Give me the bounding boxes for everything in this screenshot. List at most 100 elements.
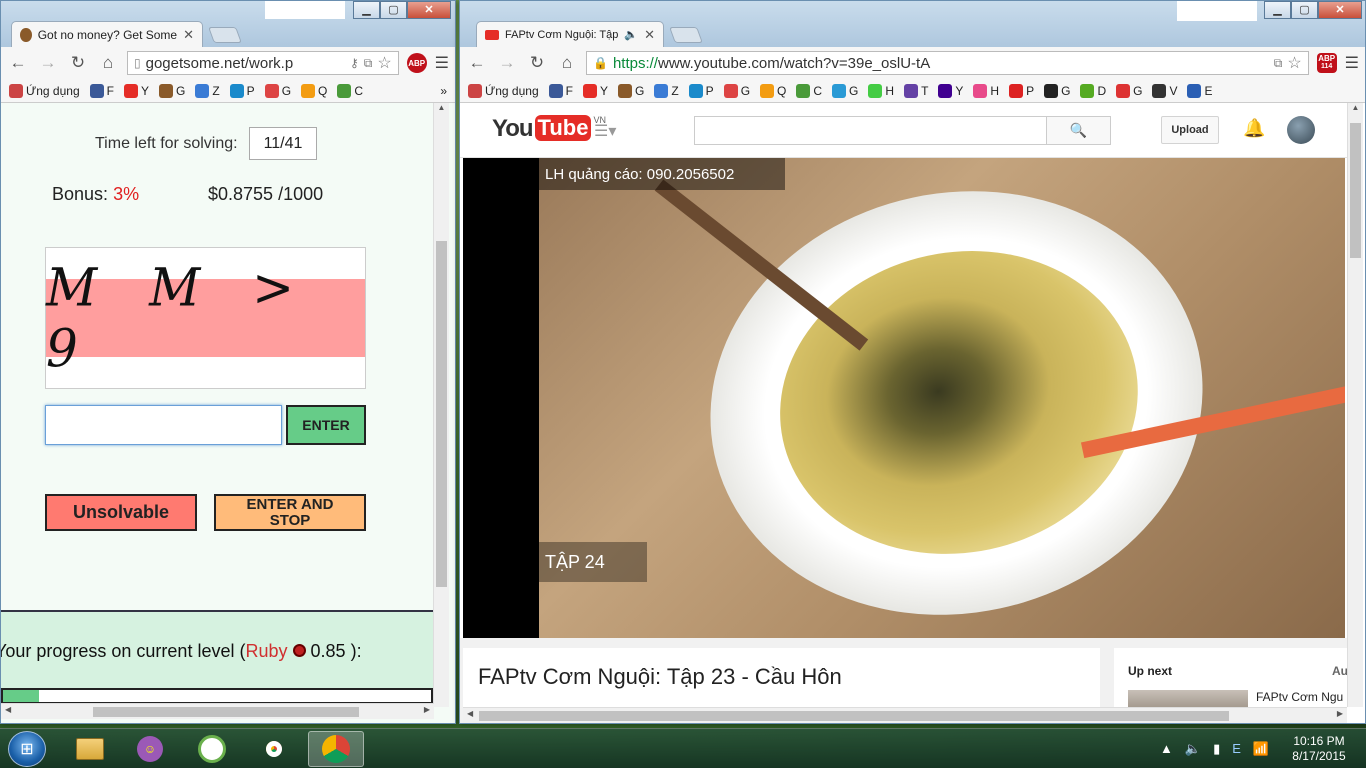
clock[interactable]: 10:16 PM 8/17/2015 [1284, 734, 1354, 764]
close-button[interactable]: ✕ [1318, 1, 1362, 19]
scroll-right-arrow-icon[interactable]: ▶ [1337, 709, 1343, 718]
file-explorer-icon[interactable] [62, 731, 118, 767]
bookmark-item[interactable]: G [264, 83, 291, 98]
power-icon[interactable]: ▮ [1213, 741, 1220, 757]
enter-button[interactable]: ENTER [286, 405, 366, 445]
tab-close-icon[interactable]: ✕ [183, 27, 194, 43]
translate-icon[interactable]: ⧉ [364, 56, 373, 71]
menu-icon[interactable]: ☰ [1345, 53, 1359, 73]
forward-arrow-icon[interactable]: → [496, 53, 518, 73]
show-hidden-icons-icon[interactable]: ▲ [1160, 741, 1173, 757]
key-icon[interactable]: ⚷ [350, 56, 359, 70]
bookmark-item[interactable]: H [868, 83, 894, 98]
scrollbar-thumb[interactable] [1350, 123, 1361, 258]
star-icon[interactable]: ☆ [1287, 53, 1301, 73]
adblock-icon[interactable]: ABP [406, 53, 427, 73]
new-tab-button[interactable] [669, 27, 703, 43]
bookmark-item[interactable]: Y [582, 83, 608, 98]
address-bar[interactable]: ▯ gogetsome.net/work.p ⚷ ⧉ ☆ [127, 51, 399, 75]
bookmark-item[interactable]: Q [301, 83, 327, 98]
bookmark-item[interactable]: P [229, 83, 255, 98]
bookmark-item[interactable]: G [617, 83, 644, 98]
scroll-up-arrow-icon[interactable]: ▲ [434, 103, 449, 112]
bookmark-item[interactable]: Ứng dụng [9, 83, 80, 98]
left-vertical-scrollbar[interactable]: ▲ [433, 103, 449, 707]
bookmark-item[interactable]: F [89, 83, 114, 98]
reload-icon[interactable]: ↻ [526, 53, 548, 73]
bookmark-item[interactable]: G [158, 83, 185, 98]
chrome-icon[interactable] [246, 731, 302, 767]
translate-icon[interactable]: ⧉ [1274, 56, 1283, 71]
bookmark-item[interactable]: Z [654, 83, 679, 98]
chrome-active-icon[interactable] [308, 731, 364, 767]
bookmark-item[interactable]: G [1116, 83, 1142, 98]
network-signal-icon[interactable]: 📶 [1253, 741, 1269, 757]
bookmark-item[interactable]: C [796, 83, 822, 98]
scroll-left-arrow-icon[interactable]: ◀ [5, 705, 11, 714]
bookmark-item[interactable]: G [832, 83, 858, 98]
back-arrow-icon[interactable]: ← [7, 53, 29, 73]
unsolvable-button[interactable]: Unsolvable [45, 494, 197, 531]
yahoo-messenger-icon[interactable]: ☺ [122, 731, 178, 767]
new-tab-button[interactable] [208, 27, 242, 43]
back-arrow-icon[interactable]: ← [466, 53, 488, 73]
minimize-button[interactable]: ▁ [353, 1, 380, 19]
bookmark-item[interactable]: G [723, 83, 750, 98]
up-next-title[interactable]: FAPtv Cơm Ngu [1256, 690, 1343, 704]
bookmark-item[interactable]: Q [760, 83, 786, 98]
captcha-answer-input[interactable] [45, 405, 282, 445]
bookmarks-overflow-chevron-icon[interactable]: » [440, 84, 447, 98]
bookmark-item[interactable]: P [1009, 83, 1034, 98]
bookmark-item[interactable]: C [337, 83, 363, 98]
tab-gogetsome[interactable]: Got no money? Get Some ✕ [11, 21, 203, 47]
bookmark-item[interactable]: V [1152, 83, 1177, 98]
bookmark-item[interactable]: H [973, 83, 999, 98]
volume-icon[interactable]: 🔈 [1185, 741, 1201, 757]
right-vertical-scrollbar[interactable]: ▲ [1347, 103, 1363, 707]
maximize-button[interactable]: ▢ [380, 1, 407, 19]
autoplay-label[interactable]: Au [1332, 664, 1348, 678]
bookmark-item[interactable]: D [1080, 83, 1106, 98]
bookmark-item[interactable]: G [1044, 83, 1070, 98]
tab-youtube[interactable]: FAPtv Cơm Nguội: Tập 🔈 ✕ [476, 21, 664, 47]
upload-button[interactable]: Upload [1161, 116, 1219, 144]
search-icon[interactable]: 🔍 [1046, 116, 1111, 145]
guide-menu-icon[interactable]: ☰▾ [594, 121, 616, 141]
scroll-up-arrow-icon[interactable]: ▲ [1348, 103, 1363, 112]
bookmark-item[interactable]: Y [938, 83, 963, 98]
h-scrollbar-thumb[interactable] [479, 711, 1229, 721]
maximize-button[interactable]: ▢ [1291, 1, 1318, 19]
bookmark-item[interactable]: F [548, 83, 573, 98]
scrollbar-thumb[interactable] [436, 241, 447, 587]
address-bar[interactable]: 🔒 https://www.youtube.com/watch?v=39e_os… [586, 51, 1309, 75]
scroll-left-arrow-icon[interactable]: ◀ [467, 709, 473, 718]
enter-and-stop-button[interactable]: ENTER AND STOP [214, 494, 366, 531]
reload-icon[interactable]: ↻ [67, 53, 89, 73]
minimize-button[interactable]: ▁ [1264, 1, 1291, 19]
youtube-logo[interactable]: You Tube VN [492, 115, 606, 143]
unikey-icon[interactable]: E [1232, 741, 1241, 757]
account-avatar[interactable] [1287, 116, 1315, 144]
home-icon[interactable]: ⌂ [556, 53, 578, 73]
bookmark-item[interactable]: E [1187, 83, 1213, 98]
close-button[interactable]: ✕ [407, 1, 451, 19]
forward-arrow-icon[interactable]: → [37, 53, 59, 73]
bookmark-item[interactable]: Z [195, 83, 220, 98]
start-button[interactable]: ⊞ [8, 731, 46, 767]
bookmark-item[interactable]: Ứng dụng [468, 83, 539, 98]
notifications-bell-icon[interactable]: 🔔 [1243, 118, 1265, 139]
bookmark-item[interactable]: P [688, 83, 714, 98]
menu-icon[interactable]: ☰ [435, 53, 449, 73]
bookmark-item[interactable]: T [904, 83, 928, 98]
youtube-search-input[interactable] [694, 116, 1047, 145]
star-icon[interactable]: ☆ [377, 53, 391, 73]
coc-coc-icon[interactable] [184, 731, 240, 767]
home-icon[interactable]: ⌂ [97, 53, 119, 73]
scroll-right-arrow-icon[interactable]: ▶ [424, 705, 430, 714]
left-horizontal-scrollbar[interactable]: ◀ ▶ [1, 703, 434, 719]
h-scrollbar-thumb[interactable] [93, 707, 359, 717]
adblock-icon[interactable]: ABP 114 [1316, 53, 1337, 73]
bookmark-item[interactable]: Y [123, 83, 149, 98]
video-player[interactable]: LH quảng cáo: 090.2056502 TẬP 24 [463, 158, 1345, 638]
right-horizontal-scrollbar[interactable]: ◀ ▶ [463, 707, 1347, 723]
